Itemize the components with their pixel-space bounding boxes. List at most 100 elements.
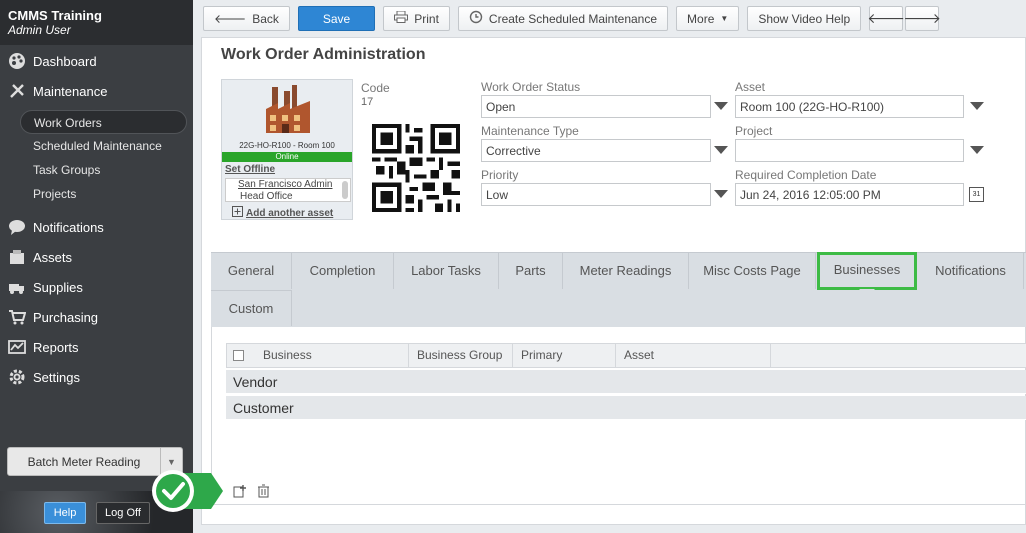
nav-supplies[interactable]: Supplies bbox=[0, 272, 193, 302]
column-primary[interactable]: Primary bbox=[513, 344, 616, 367]
chevron-down-icon[interactable] bbox=[970, 146, 984, 154]
nav-dashboard[interactable]: Dashboard bbox=[0, 46, 193, 76]
maintenance-type-select[interactable]: Corrective bbox=[481, 139, 711, 162]
nav-label: Assets bbox=[33, 249, 73, 265]
tab-misc-costs-page[interactable]: Misc Costs Page bbox=[689, 253, 816, 289]
factory-icon bbox=[266, 85, 310, 133]
trash-icon[interactable] bbox=[257, 484, 270, 501]
grid-actions bbox=[233, 484, 270, 501]
column-business-group[interactable]: Business Group bbox=[409, 344, 513, 367]
column-asset[interactable]: Asset bbox=[616, 344, 771, 367]
back-label: Back bbox=[252, 11, 279, 26]
asset-select[interactable]: Room 100 (22G-HO-R100) bbox=[735, 95, 964, 118]
printer-icon bbox=[394, 10, 409, 26]
nav-assets[interactable]: Assets bbox=[0, 242, 193, 272]
app-title: CMMS Training bbox=[8, 8, 102, 23]
bottom-strip bbox=[201, 525, 1026, 533]
more-dropdown[interactable]: More ▼ bbox=[676, 6, 740, 31]
brand: CMMS Training Admin User bbox=[0, 0, 193, 45]
tab-general[interactable]: General bbox=[211, 253, 292, 289]
priority-select[interactable]: Low bbox=[481, 183, 711, 206]
subnav-projects[interactable]: Projects bbox=[0, 182, 193, 206]
required-completion-date-input[interactable]: Jun 24, 2016 12:05:00 PM bbox=[735, 183, 964, 206]
speech-bubble-icon bbox=[8, 218, 26, 236]
tab-labor-tasks[interactable]: Labor Tasks bbox=[394, 253, 499, 289]
nav-settings[interactable]: Settings bbox=[0, 362, 193, 392]
tab-businesses[interactable]: Businesses bbox=[817, 252, 917, 290]
subnav-task-groups[interactable]: Task Groups bbox=[0, 158, 193, 182]
asset-card: 22G-HO-R100 - Room 100 Online Set Offlin… bbox=[221, 79, 353, 220]
tab-custom[interactable]: Custom bbox=[211, 290, 292, 326]
chevron-down-icon[interactable] bbox=[714, 102, 728, 110]
page-title: Work Order Administration bbox=[221, 46, 426, 63]
scrollbar[interactable] bbox=[342, 181, 348, 199]
next-record-button[interactable]: 🡒 bbox=[903, 6, 941, 31]
subnav-scheduled-maintenance[interactable]: Scheduled Maintenance bbox=[0, 134, 193, 158]
chevron-down-icon[interactable] bbox=[714, 190, 728, 198]
nav-label: Purchasing bbox=[33, 309, 99, 325]
tools-icon bbox=[8, 82, 26, 100]
add-asset-label: Add another asset bbox=[246, 207, 334, 219]
tab-parts[interactable]: Parts bbox=[499, 253, 563, 289]
subnav-work-orders[interactable]: Work Orders bbox=[20, 110, 187, 134]
project-label: Project bbox=[735, 124, 773, 138]
tab-bar: General Completion Labor Tasks Parts Met… bbox=[211, 252, 1026, 327]
create-sched-label: Create Scheduled Maintenance bbox=[488, 11, 658, 26]
nav-label: Reports bbox=[33, 339, 79, 355]
set-offline-link[interactable]: Set Offline bbox=[225, 164, 275, 175]
checkmark-badge-icon bbox=[152, 470, 223, 512]
sidebar: CMMS Training Admin User Dashboard Maint… bbox=[0, 0, 193, 533]
nav-maintenance[interactable]: Maintenance bbox=[0, 76, 193, 106]
select-all-checkbox[interactable] bbox=[233, 350, 244, 361]
chevron-down-icon[interactable] bbox=[714, 146, 728, 154]
gear-icon bbox=[8, 368, 26, 386]
create-scheduled-maintenance-button[interactable]: Create Scheduled Maintenance bbox=[457, 6, 669, 31]
cart-icon bbox=[8, 308, 26, 326]
asset-location-list[interactable]: San Francisco Admin Head Office bbox=[225, 178, 351, 202]
grid-header: Business Business Group Primary Asset bbox=[226, 343, 1026, 368]
log-off-button[interactable]: Log Off bbox=[96, 502, 150, 524]
priority-label: Priority bbox=[481, 168, 519, 182]
qr-code bbox=[372, 124, 460, 212]
tab-meter-readings[interactable]: Meter Readings bbox=[563, 253, 689, 289]
column-business[interactable]: Business bbox=[255, 344, 409, 367]
save-button[interactable]: Save bbox=[297, 6, 376, 31]
nav-label: Dashboard bbox=[33, 53, 97, 69]
asset-caption: 22G-HO-R100 - Room 100 bbox=[239, 141, 335, 150]
show-video-help-button[interactable]: Show Video Help bbox=[747, 6, 862, 31]
back-button[interactable]: 🡐 Back bbox=[203, 6, 290, 31]
work-order-status-select[interactable]: Open bbox=[481, 95, 711, 118]
palette-icon bbox=[8, 52, 26, 70]
nav-purchasing[interactable]: Purchasing bbox=[0, 302, 193, 332]
previous-record-button[interactable]: 🡐 bbox=[867, 6, 905, 31]
batch-label: Batch Meter Reading bbox=[27, 454, 141, 469]
code-value: 17 bbox=[361, 96, 374, 108]
history-icon bbox=[469, 10, 483, 27]
arrow-left-icon: 🡐 bbox=[214, 12, 247, 26]
user-name: Admin User bbox=[8, 23, 71, 37]
add-another-asset-link[interactable]: Add another asset bbox=[232, 206, 333, 220]
project-select[interactable] bbox=[735, 139, 964, 162]
asset-label: Asset bbox=[735, 80, 766, 94]
location-link[interactable]: San Francisco Admin bbox=[226, 179, 350, 191]
selected-tab-pointer bbox=[859, 289, 875, 297]
nav-label: Maintenance bbox=[33, 83, 108, 99]
print-button[interactable]: Print bbox=[383, 6, 450, 31]
print-label: Print bbox=[414, 11, 439, 26]
group-row-customer[interactable]: Customer bbox=[226, 396, 1026, 420]
toolbar: 🡐 Back Save Print Create Scheduled Maint… bbox=[193, 0, 1026, 37]
chevron-down-icon[interactable] bbox=[970, 102, 984, 110]
nav-reports[interactable]: Reports bbox=[0, 332, 193, 362]
tab-completion[interactable]: Completion bbox=[292, 253, 394, 289]
calendar-icon[interactable]: 31 bbox=[969, 187, 984, 202]
nav-notifications[interactable]: Notifications bbox=[0, 212, 193, 242]
help-button[interactable]: Help bbox=[44, 502, 86, 524]
group-row-vendor[interactable]: Vendor bbox=[226, 370, 1026, 394]
nav-label: Supplies bbox=[33, 279, 83, 295]
sublocation: Head Office bbox=[240, 191, 293, 202]
assets-icon bbox=[8, 248, 26, 266]
work-order-status-label: Work Order Status bbox=[481, 80, 581, 94]
add-row-icon[interactable] bbox=[233, 484, 247, 501]
tab-notifications[interactable]: Notifications bbox=[918, 253, 1024, 289]
add-icon bbox=[232, 206, 243, 220]
